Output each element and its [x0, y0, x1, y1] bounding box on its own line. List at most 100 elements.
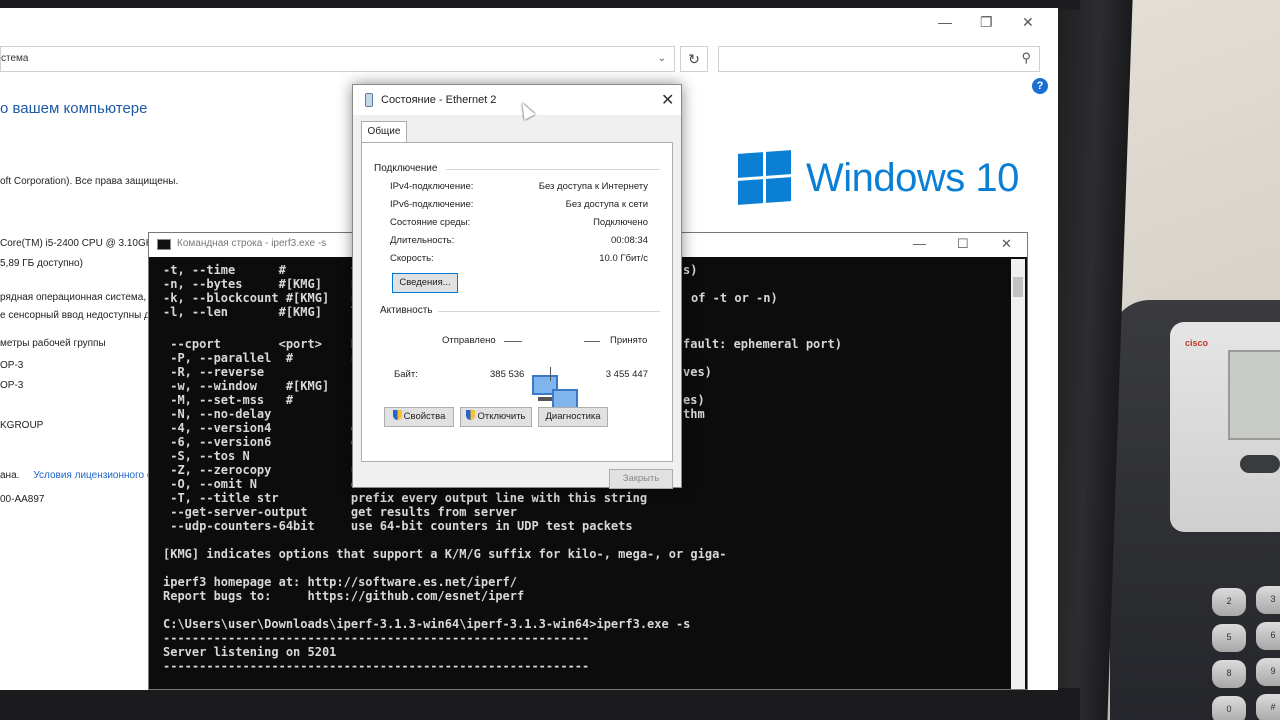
- close-icon[interactable]: ✕: [1022, 14, 1034, 31]
- windows-10-logo-text: Windows 10: [806, 156, 1019, 200]
- tab-general[interactable]: Общие: [361, 121, 407, 143]
- cmd-line: Server listening on 5201: [163, 645, 337, 659]
- workgroup-section-title: метры рабочей группы: [0, 338, 106, 349]
- ipv4-value: Без доступа к Интернету: [538, 181, 648, 192]
- media-state-value: Подключено: [593, 217, 648, 228]
- received-line: [584, 341, 600, 342]
- cmd-line: iperf3 homepage at: http://software.es.n…: [163, 575, 518, 589]
- refresh-button[interactable]: ↻: [680, 46, 708, 72]
- close-icon[interactable]: ✕: [661, 90, 674, 110]
- cmd-line: -w, --window #[KMG] se: [163, 379, 366, 393]
- cmd-line: -k, --blockcount #[KMG] nu: [163, 291, 366, 305]
- search-input[interactable]: ⚲: [718, 46, 1040, 72]
- ethernet-status-dialog[interactable]: Состояние - Ethernet 2 ✕ Общие Подключен…: [352, 84, 682, 489]
- phone-key: 6: [1256, 622, 1280, 650]
- cmd-fragment: ves): [683, 365, 712, 379]
- duration-label: Длительность:: [390, 235, 455, 246]
- cmd-line: Report bugs to: https://github.com/esnet…: [163, 589, 525, 603]
- properties-button[interactable]: Свойства: [384, 407, 454, 427]
- cmd-line: --get-server-output get results from ser…: [163, 505, 518, 519]
- cmd-icon: [157, 239, 171, 250]
- speed-label: Скорость:: [390, 253, 434, 264]
- cmd-line: -M, --set-mss # se: [163, 393, 366, 407]
- monitor-screen: — ❐ ✕ стема ⌄ ↻ ⚲ ? о вашем компьютере o…: [0, 8, 1058, 690]
- cmd-line: -Z, --zerocopy us: [163, 463, 366, 477]
- cmd-scroll-thumb[interactable]: [1013, 277, 1023, 297]
- received-label: Принято: [610, 335, 648, 346]
- media-state-label: Состояние среды:: [390, 217, 471, 228]
- ipv6-label: IPv6-подключение:: [390, 199, 474, 210]
- full-name-value: OP-3: [0, 380, 24, 391]
- minimize-icon[interactable]: —: [913, 236, 926, 251]
- cmd-line: -4, --version4 on: [163, 421, 366, 435]
- help-icon[interactable]: ?: [1032, 78, 1048, 94]
- activity-group-label: Активность: [380, 305, 433, 316]
- cmd-line: -N, --no-delay se: [163, 407, 366, 421]
- address-text: стема: [1, 53, 29, 64]
- phone-nav-button: [1240, 455, 1280, 473]
- close-icon[interactable]: ✕: [1001, 236, 1012, 252]
- cmd-line: -6, --version6 on: [163, 435, 366, 449]
- chevron-down-icon[interactable]: ⌄: [658, 47, 666, 71]
- bytes-sent-value: 385 536: [490, 369, 525, 380]
- cmd-line: C:\Users\user\Downloads\iperf-3.1.3-win6…: [163, 617, 691, 631]
- windows-logo-icon: [738, 150, 792, 205]
- license-link[interactable]: Условия лицензионного сог: [33, 470, 161, 481]
- phone-key: 9: [1256, 658, 1280, 686]
- cmd-line: -T, --title str prefix every output line…: [163, 491, 648, 505]
- product-id-value: 00-AA897: [0, 494, 45, 505]
- cmd-line: --cport <port> bi: [163, 337, 366, 351]
- processor-value: Core(TM) i5-2400 CPU @ 3.10GH: [0, 238, 153, 249]
- cmd-line: (d: [163, 319, 366, 333]
- workgroup-value: KGROUP: [0, 420, 44, 431]
- cmd-line: ----------------------------------------…: [163, 659, 590, 673]
- ipv4-label: IPv4-подключение:: [390, 181, 474, 192]
- speed-value: 10.0 Гбит/с: [599, 253, 648, 264]
- bytes-separator: [550, 367, 551, 381]
- computer-name-value: OP-3: [0, 360, 24, 371]
- phone-key: 8: [1212, 660, 1246, 688]
- cmd-line: ----------------------------------------…: [163, 631, 590, 645]
- sent-line: [504, 341, 522, 342]
- system-window-titlebar: — ❐ ✕: [0, 8, 1058, 44]
- details-button[interactable]: Сведения...: [392, 273, 458, 293]
- refresh-icon: ↻: [688, 51, 700, 67]
- phone-key: 5: [1212, 624, 1246, 652]
- dialog-titlebar[interactable]: Состояние - Ethernet 2 ✕: [353, 85, 681, 115]
- page-title: о вашем компьютере: [0, 100, 148, 117]
- phone-display: [1228, 350, 1280, 440]
- cmd-line: -n, --bytes #[KMG] nu: [163, 277, 366, 291]
- cmd-line: -R, --reverse ru: [163, 365, 366, 379]
- diagnose-button[interactable]: Диагностика: [538, 407, 608, 427]
- cmd-title: Командная строка - iperf3.exe -s: [177, 238, 327, 249]
- cmd-fragment: of -t or -n): [691, 291, 778, 305]
- phone-key: 2: [1212, 588, 1246, 616]
- cmd-fragment: es): [683, 393, 705, 407]
- bytes-received-value: 3 455 447: [605, 369, 648, 380]
- restore-icon[interactable]: ❐: [980, 14, 993, 31]
- cmd-line: -t, --time # ti: [163, 263, 366, 277]
- activation-text: ана.: [0, 470, 20, 481]
- group-divider: [438, 311, 660, 312]
- address-bar[interactable]: стема ⌄: [0, 46, 675, 72]
- ipv6-value: Без доступа к сети: [565, 199, 648, 210]
- activation-row: ана. Условия лицензионного сог: [0, 470, 161, 481]
- close-button[interactable]: Закрыть: [609, 469, 673, 489]
- monitor-bezel-bottom: [0, 688, 1080, 720]
- maximize-icon[interactable]: ☐: [957, 236, 969, 252]
- cmd-line: -S, --tos N se: [163, 449, 366, 463]
- minimize-icon[interactable]: —: [938, 14, 952, 30]
- touch-value: е сенсорный ввод недоступны д: [0, 310, 150, 321]
- duration-value: 00:08:34: [611, 235, 648, 246]
- search-icon: ⚲: [1021, 50, 1031, 65]
- cmd-line: -O, --omit N om: [163, 477, 366, 491]
- cmd-fragment: s): [683, 263, 698, 277]
- group-divider: [446, 169, 660, 170]
- cmd-line: -l, --len #[KMG] le: [163, 305, 366, 319]
- dialog-title: Состояние - Ethernet 2: [381, 94, 497, 106]
- cmd-scrollbar[interactable]: [1011, 259, 1025, 689]
- properties-button-label: Свойства: [403, 411, 446, 422]
- phone-key: 0: [1212, 696, 1246, 720]
- disable-button[interactable]: Отключить: [460, 407, 532, 427]
- disable-button-label: Отключить: [477, 411, 526, 422]
